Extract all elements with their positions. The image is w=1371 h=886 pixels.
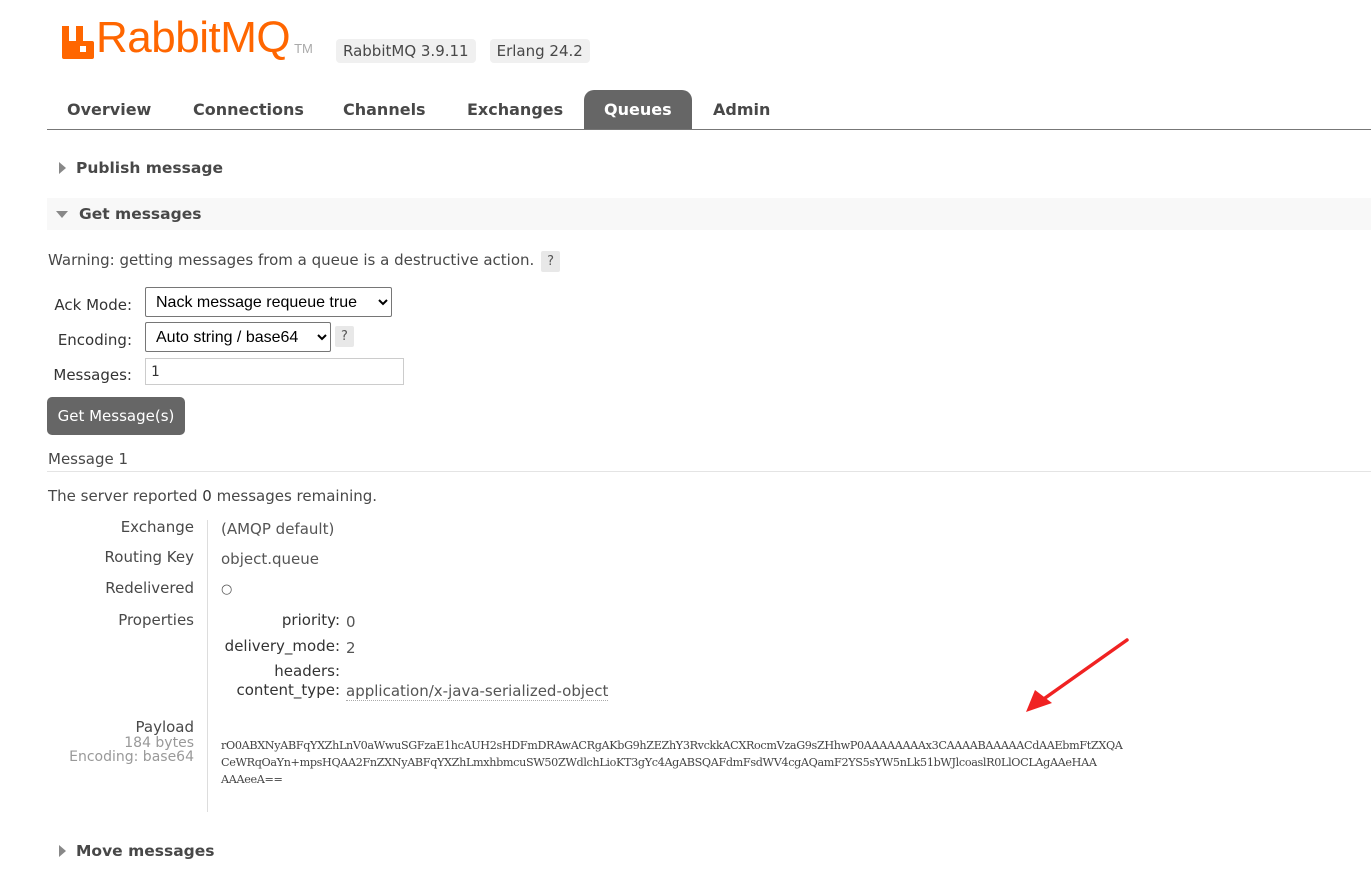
publish-message-heading: Publish message (76, 159, 223, 177)
content-type-key: content_type: (236, 681, 341, 699)
move-messages-section[interactable]: Move messages (47, 835, 1371, 867)
redelivered-value: ○ (221, 582, 233, 597)
get-messages-section[interactable]: Get messages (47, 198, 1371, 230)
brand-name: RabbitMQ (96, 13, 291, 62)
remaining-suffix: messages remaining. (211, 487, 378, 505)
payload-label: Payload (135, 718, 195, 736)
trademark: TM (294, 41, 313, 56)
delivery-mode-value: 2 (346, 639, 356, 657)
tab-channels[interactable]: Channels (323, 90, 446, 129)
warning-text: Warning: getting messages from a queue i… (48, 251, 535, 269)
exchange-label: Exchange (120, 518, 194, 536)
destructive-warning: Warning: getting messages from a queue i… (48, 251, 561, 272)
routing-key-label: Routing Key (104, 548, 194, 566)
tab-admin[interactable]: Admin (693, 90, 790, 129)
rabbitmq-version-badge: RabbitMQ 3.9.11 (336, 39, 476, 63)
rabbitmq-logo-icon (62, 26, 94, 59)
annotation-arrow-icon (1026, 638, 1129, 712)
headers-key: headers: (274, 662, 340, 680)
priority-value: 0 (346, 613, 356, 631)
details-divider (207, 520, 208, 812)
routing-key-value: object.queue (221, 550, 319, 568)
expand-triangle-icon (59, 162, 66, 174)
redelivered-label: Redelivered (105, 579, 194, 597)
get-messages-heading: Get messages (79, 205, 202, 223)
main-nav-tabs: Overview Connections Channels Exchanges … (47, 90, 1371, 130)
remaining-status: The server reported 0 messages remaining… (48, 487, 377, 505)
erlang-version-badge: Erlang 24.2 (489, 39, 590, 63)
expand-triangle-icon (59, 845, 66, 857)
encoding-label: Encoding: (57, 331, 132, 349)
publish-message-section[interactable]: Publish message (47, 152, 1371, 184)
ack-mode-label: Ack Mode: (54, 296, 132, 314)
get-messages-button[interactable]: Get Message(s) (47, 397, 185, 435)
tab-connections[interactable]: Connections (173, 90, 324, 129)
payload-encoding: Encoding: base64 (69, 749, 194, 765)
message-title: Message 1 (48, 450, 129, 468)
payload-content: rO0ABXNyABFqYXZhLnV0aWwuSGFzaE1hcAUH2sHD… (221, 739, 1123, 786)
remaining-prefix: The server reported (48, 487, 203, 505)
rabbitmq-logo: RabbitMQ TM (60, 16, 313, 60)
messages-count-input[interactable] (145, 358, 404, 385)
divider (47, 471, 1371, 472)
remaining-count: 0 (202, 487, 212, 505)
ack-mode-select[interactable]: Nack message requeue true (145, 287, 392, 317)
version-badges: RabbitMQ 3.9.11 Erlang 24.2 (336, 39, 590, 63)
tab-exchanges[interactable]: Exchanges (447, 90, 583, 129)
delivery-mode-key: delivery_mode: (224, 637, 340, 655)
priority-key: priority: (281, 611, 340, 629)
properties-label: Properties (118, 611, 194, 629)
encoding-help-icon[interactable]: ? (335, 326, 354, 347)
move-messages-heading: Move messages (76, 842, 215, 860)
tab-overview[interactable]: Overview (47, 90, 171, 129)
warning-help-icon[interactable]: ? (541, 251, 561, 272)
exchange-value: (AMQP default) (221, 520, 335, 538)
collapse-triangle-icon (56, 210, 68, 218)
encoding-select[interactable]: Auto string / base64 (145, 322, 331, 352)
messages-label: Messages: (53, 366, 132, 384)
tab-queues[interactable]: Queues (584, 90, 692, 129)
content-type-value: application/x-java-serialized-object (346, 682, 609, 701)
